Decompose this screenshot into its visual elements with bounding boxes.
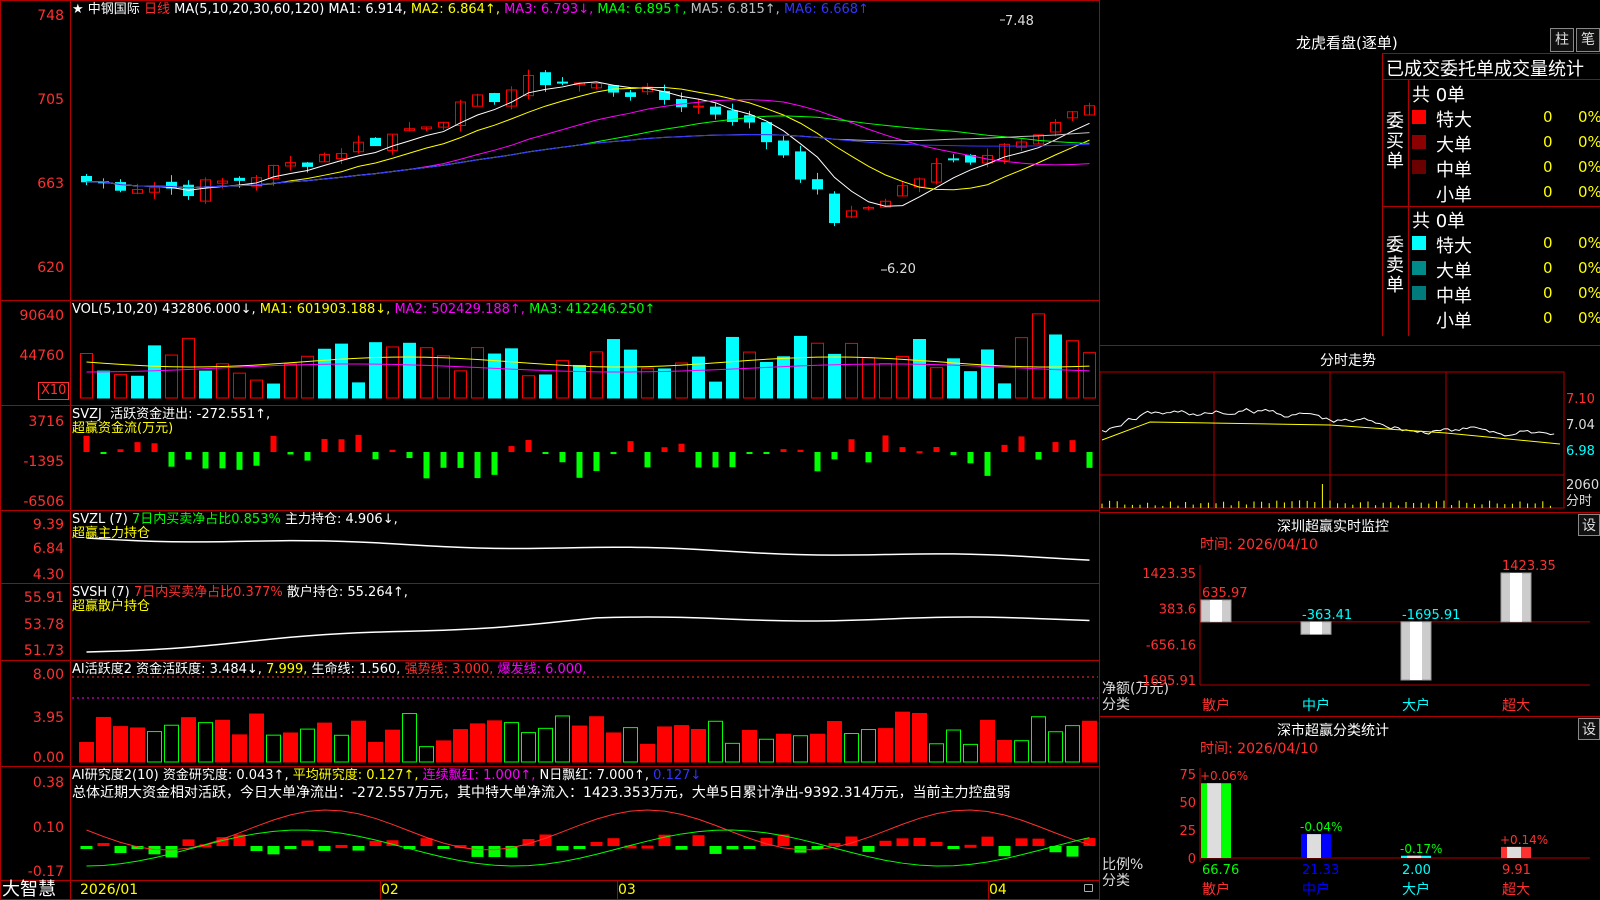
classify-bar-highlight [1207,783,1221,858]
classify-value-label: 9.91 [1502,863,1531,878]
classify-bar-highlight [1307,834,1321,858]
classify-value-label: 66.76 [1202,863,1239,878]
classify-y-tick: 75 [1179,768,1196,783]
classify-category-label: 散户 [1202,881,1230,898]
classify-value-label: 2.00 [1402,863,1431,878]
classify-y-tick: 0 [1188,852,1196,867]
classify-category-label: 中户 [1302,881,1330,898]
classify-y-tick: 50 [1179,796,1196,811]
classify-change-label: -0.17% [1400,842,1442,856]
classify-category-label: 大户 [1402,881,1430,898]
classify-value-label: 21.33 [1302,863,1339,878]
classify-chart[interactable]: 75 50 25 0 +0.06% 66.76 散户 -0.04% 21.33 中户 -0.17% 2… [0,0,1600,900]
classify-category-label: 超大 [1502,882,1530,898]
classify-y-tick: 25 [1179,824,1196,839]
classify-change-label: +0.06% [1200,769,1248,783]
classify-change-label: +0.14% [1500,833,1548,847]
classify-change-label: -0.04% [1300,820,1342,834]
classify-bar-highlight [1507,846,1521,858]
classify-bar-highlight [1407,855,1421,858]
